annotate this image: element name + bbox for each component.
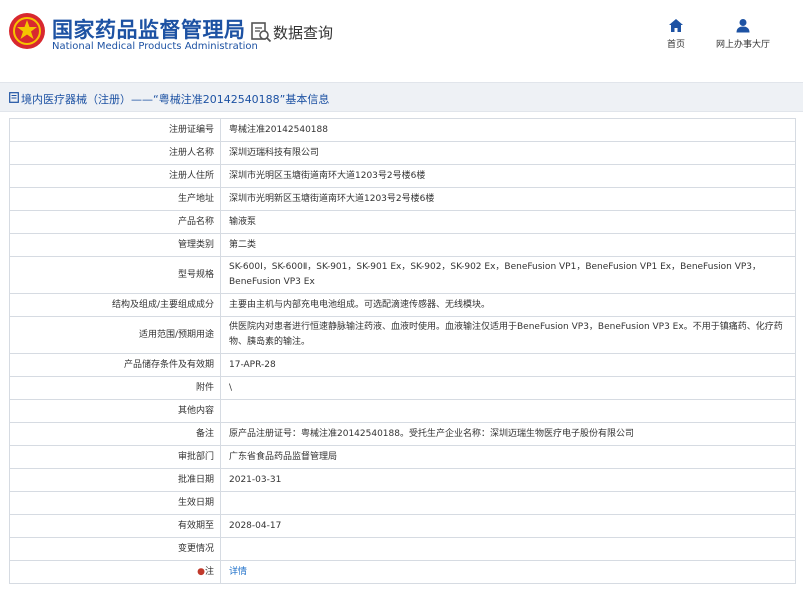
table-row: 注册人名称 深圳迈瑞科技有限公司 bbox=[9, 141, 796, 165]
site-header: 国家药品监督管理局 National Medical Products Admi… bbox=[0, 0, 803, 72]
table-row: 注册人住所 深圳市光明区玉塘街道南环大道1203号2号楼6楼 bbox=[9, 164, 796, 188]
table-row: 产品储存条件及有效期 17-APR-28 bbox=[9, 353, 796, 377]
site-subtitle: National Medical Products Administration bbox=[52, 41, 258, 52]
table-row: 生效日期 bbox=[9, 491, 796, 515]
row-value: 17-APR-28 bbox=[220, 353, 796, 377]
row-value bbox=[220, 399, 796, 423]
nav-home-label: 首页 bbox=[666, 40, 685, 50]
row-label: 其他内容 bbox=[9, 399, 221, 423]
row-label: 型号规格 bbox=[9, 256, 221, 294]
row-label: 结构及组成/主要组成成分 bbox=[9, 293, 221, 317]
row-value: 深圳市光明区玉塘街道南环大道1203号2号楼6楼 bbox=[220, 164, 796, 188]
row-value: 深圳迈瑞科技有限公司 bbox=[220, 141, 796, 165]
row-value: 输液泵 bbox=[220, 210, 796, 234]
row-label: 产品名称 bbox=[9, 210, 221, 234]
row-label: 产品储存条件及有效期 bbox=[9, 353, 221, 377]
row-value: 第二类 bbox=[220, 233, 796, 257]
data-search-icon bbox=[251, 22, 272, 43]
row-label: 注册人住所 bbox=[9, 164, 221, 188]
row-value: SK-600Ⅰ，SK-600Ⅱ，SK-901，SK-901 Ex，SK-902，… bbox=[220, 256, 796, 294]
page-heading: 数据查询 bbox=[273, 24, 334, 42]
table-row: ●注 详情 bbox=[9, 560, 796, 584]
table-row: 适用范围/预期用途 供医院内对患者进行恒速静脉输注药液、血液时使用。血液输注仅适… bbox=[9, 316, 796, 354]
row-label: 注册人名称 bbox=[9, 141, 221, 165]
table-row: 变更情况 bbox=[9, 537, 796, 561]
table-row: 管理类别 第二类 bbox=[9, 233, 796, 257]
table-row: 附件 \ bbox=[9, 376, 796, 400]
row-value: 供医院内对患者进行恒速静脉输注药液、血液时使用。血液输注仅适用于BeneFusi… bbox=[220, 316, 796, 354]
record-title: 境内医疗器械（注册）——“粤械注准20142540188”基本信息 bbox=[21, 93, 330, 106]
row-label: 适用范围/预期用途 bbox=[9, 316, 221, 354]
table-row: 审批部门 广东省食品药品监督管理局 bbox=[9, 445, 796, 469]
document-icon bbox=[9, 92, 19, 103]
table-row: 结构及组成/主要组成成分 主要由主机与内部充电电池组成。可选配滴速传感器、无线模… bbox=[9, 293, 796, 317]
row-value: \ bbox=[220, 376, 796, 400]
table-row: 型号规格 SK-600Ⅰ，SK-600Ⅱ，SK-901，SK-901 Ex，SK… bbox=[9, 256, 796, 294]
row-value: 详情 bbox=[220, 560, 796, 584]
row-value: 广东省食品药品监督管理局 bbox=[220, 445, 796, 469]
nav-online-service-hall-label: 网上办事大厅 bbox=[715, 40, 770, 50]
national-emblem-logo[interactable] bbox=[8, 12, 46, 50]
row-label: 附件 bbox=[9, 376, 221, 400]
row-value: 主要由主机与内部充电电池组成。可选配滴速传感器、无线模块。 bbox=[220, 293, 796, 317]
row-label: 批准日期 bbox=[9, 468, 221, 492]
row-label: 变更情况 bbox=[9, 537, 221, 561]
record-title-bar: 境内医疗器械（注册）——“粤械注准20142540188”基本信息 bbox=[0, 82, 803, 112]
row-value: 2028-04-17 bbox=[220, 514, 796, 538]
nav-home[interactable]: 首页 bbox=[663, 18, 689, 50]
row-label: 审批部门 bbox=[9, 445, 221, 469]
table-row: 产品名称 输液泵 bbox=[9, 210, 796, 234]
user-icon bbox=[736, 19, 750, 33]
details-link[interactable]: 详情 bbox=[229, 567, 247, 577]
row-label-note: ●注 bbox=[9, 560, 221, 584]
registration-info-table: 注册证编号 粤械注准20142540188 注册人名称 深圳迈瑞科技有限公司 注… bbox=[9, 118, 796, 584]
note-label: 注 bbox=[204, 566, 214, 577]
table-row: 有效期至 2028-04-17 bbox=[9, 514, 796, 538]
row-label: 注册证编号 bbox=[9, 118, 221, 142]
row-value: 2021-03-31 bbox=[220, 468, 796, 492]
site-title: 国家药品监督管理局 bbox=[52, 18, 246, 42]
row-label: 有效期至 bbox=[9, 514, 221, 538]
row-label: 生效日期 bbox=[9, 491, 221, 515]
row-label: 备注 bbox=[9, 422, 221, 446]
home-icon bbox=[669, 19, 683, 32]
row-value bbox=[220, 491, 796, 515]
row-label: 生产地址 bbox=[9, 187, 221, 211]
row-value bbox=[220, 537, 796, 561]
table-row: 生产地址 深圳市光明新区玉塘街道南环大道1203号2号楼6楼 bbox=[9, 187, 796, 211]
table-row: 其他内容 bbox=[9, 399, 796, 423]
table-row: 备注 原产品注册证号：粤械注准20142540188。受托生产企业名称：深圳迈瑞… bbox=[9, 422, 796, 446]
table-row: 注册证编号 粤械注准20142540188 bbox=[9, 118, 796, 142]
row-value: 粤械注准20142540188 bbox=[220, 118, 796, 142]
row-value: 原产品注册证号：粤械注准20142540188。受托生产企业名称：深圳迈瑞生物医… bbox=[220, 422, 796, 446]
pin-icon: ● bbox=[197, 566, 205, 577]
row-label: 管理类别 bbox=[9, 233, 221, 257]
table-row: 批准日期 2021-03-31 bbox=[9, 468, 796, 492]
row-value: 深圳市光明新区玉塘街道南环大道1203号2号楼6楼 bbox=[220, 187, 796, 211]
nav-online-service-hall[interactable]: 网上办事大厅 bbox=[708, 18, 778, 50]
